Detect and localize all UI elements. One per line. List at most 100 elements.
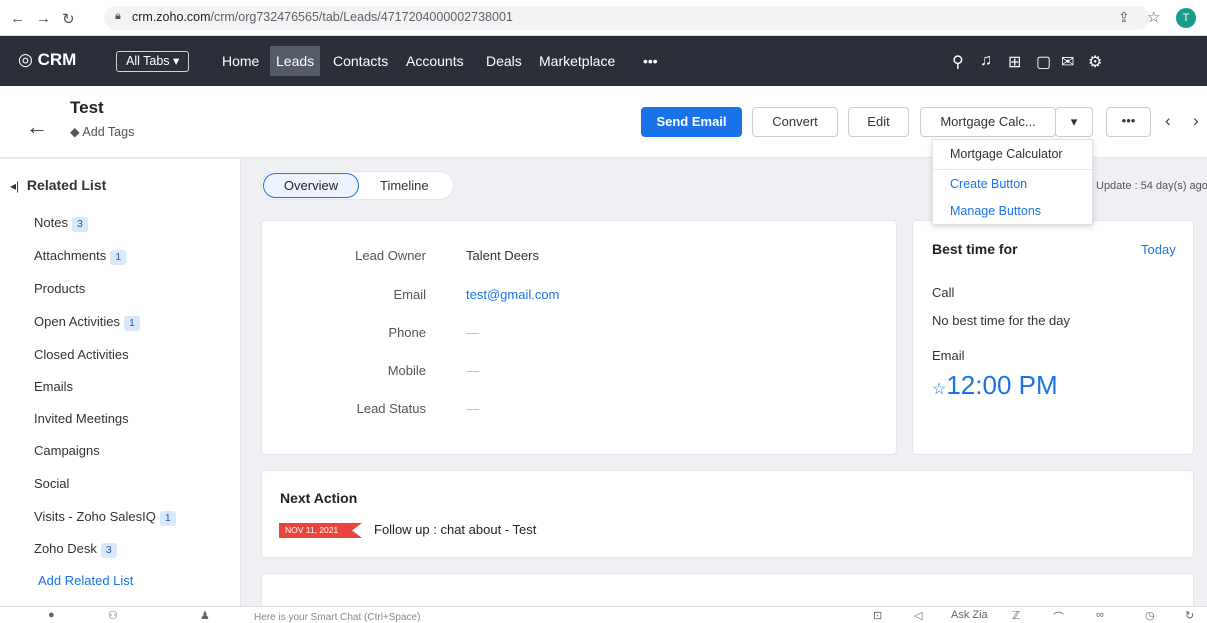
related-list-title: Related List [26,177,107,193]
profile-avatar[interactable]: T [1176,8,1196,28]
next-action-title: Next Action [280,490,358,506]
tab-overview[interactable]: Overview [263,173,359,198]
zia-icon[interactable]: ℤ [1012,609,1020,622]
best-time-call-label: Call [932,285,955,300]
sidebar-item-label: Closed Activities [34,347,129,362]
mortgage-dropdown-toggle[interactable]: ▾ [1055,107,1093,137]
sidebar-item-products[interactable]: Products [34,281,85,296]
sidebar-item-visits-salesiq[interactable]: Visits - Zoho SalesIQ 1 [34,509,176,526]
contacts-icon[interactable]: ♟ [200,609,210,622]
sidebar-item-label: Open Activities [34,314,120,329]
sidebar-item-emails[interactable]: Emails [34,379,73,394]
sidebar-item-open-activities[interactable]: Open Activities 1 [34,314,140,331]
back-arrow-icon[interactable]: ← [26,114,48,140]
count-badge: 3 [100,543,117,558]
next-action-card [261,470,1194,558]
chat-icon[interactable]: ● [48,609,55,621]
edit-button[interactable]: Edit [848,107,909,137]
logo-text: CRM [37,50,77,69]
gear-icon[interactable]: ⚙ [1088,52,1102,72]
translate-icon[interactable]: ∞ [1096,609,1104,621]
field-value-lead-status[interactable]: — [466,401,479,416]
sidebar-item-closed-activities[interactable]: Closed Activities [34,347,129,362]
field-label-lead-owner: Lead Owner [355,248,426,263]
field-label-mobile: Mobile [387,363,426,378]
share-icon[interactable]: ⇪ [1118,9,1130,26]
field-value-mobile[interactable]: — [466,363,479,378]
mortgage-calc-button[interactable]: Mortgage Calc... [920,107,1056,137]
field-value-email[interactable]: test@gmail.com [466,287,559,302]
add-tags-link[interactable]: ◆ Add Tags [70,124,134,139]
nav-marketplace[interactable]: Marketplace [533,46,621,76]
best-time-email-value: ☆12:00 PM [932,370,1058,401]
last-update-text: Update : 54 day(s) ago [1096,180,1207,192]
field-value-phone[interactable]: — [466,325,479,340]
related-list-heading[interactable]: ◂| Related List [10,177,106,193]
feedback-icon[interactable]: ↻ [1185,609,1194,622]
url-host: crm.zoho.com [132,10,211,24]
best-time-title: Best time for [932,241,1018,257]
tag-icon: ◆ [70,125,80,139]
collapse-icon[interactable]: ◂| [10,179,19,193]
mail-icon[interactable]: ✉ [1061,52,1074,72]
best-time-email-label: Email [932,348,965,363]
menu-item-create-button[interactable]: Create Button [950,177,1027,191]
field-value-lead-owner[interactable]: Talent Deers [466,248,539,263]
tab-timeline[interactable]: Timeline [380,178,429,193]
count-badge: 1 [124,316,140,331]
sidebar-item-label: Products [34,281,86,296]
best-time-today-selector[interactable]: Today [1141,242,1176,257]
channels-icon[interactable]: ⚇ [108,609,118,622]
smart-chat-input[interactable]: Here is your Smart Chat (Ctrl+Space) [254,612,420,623]
more-actions-button[interactable]: ••• [1106,107,1151,137]
nav-accounts[interactable]: Accounts [400,46,470,76]
chevron-right-icon[interactable]: › [1193,111,1199,131]
sidebar-item-label: Notes [34,215,68,230]
bell-icon[interactable]: ♫ [980,52,992,70]
ask-zia-button[interactable]: Ask Zia [951,609,988,621]
sidebar-item-attachments[interactable]: Attachments 1 [34,248,127,265]
next-action-text[interactable]: Follow up : chat about - Test [374,522,536,537]
field-label-lead-status: Lead Status [356,401,426,416]
calendar-icon[interactable]: ▢ [1036,52,1051,72]
sidebar-item-campaigns[interactable]: Campaigns [34,443,100,458]
menu-item-mortgage-calculator[interactable]: Mortgage Calculator [950,147,1063,161]
count-badge: 3 [71,217,88,232]
sidebar-item-social[interactable]: Social [34,476,69,491]
all-tabs-button[interactable]: All Tabs ▾ [116,51,190,72]
sidebar-item-invited-meetings[interactable]: Invited Meetings [34,411,129,426]
sidebar-item-zoho-desk[interactable]: Zoho Desk 3 [34,541,117,558]
forward-arrow-icon[interactable]: → [36,10,51,27]
nav-home[interactable]: Home [216,46,265,76]
best-time-call-value: No best time for the day [932,313,1071,328]
crm-logo[interactable]: ◎ CRM [18,50,76,70]
add-related-list-link[interactable]: Add Related List [38,573,133,588]
nav-more[interactable]: ••• [637,46,664,76]
send-email-button[interactable]: Send Email [641,107,742,137]
url-text: crm.zoho.com/crm/org732476565/tab/Leads/… [132,10,513,24]
alarm-icon[interactable]: ◷ [1145,609,1155,622]
menu-item-manage-buttons[interactable]: Manage Buttons [950,204,1041,218]
sidebar-item-label: Campaigns [34,443,100,458]
convert-button[interactable]: Convert [752,107,838,137]
search-icon[interactable]: ⚲ [952,52,964,72]
url-path: /crm/org732476565/tab/Leads/471720400000… [210,10,513,24]
next-action-date-badge: NOV 11, 2021 [279,523,362,538]
sidebar-item-label: Attachments [34,248,107,263]
create-icon[interactable]: ⊞ [1008,52,1021,72]
chevron-left-icon[interactable]: ‹ [1165,111,1171,131]
sidebar-item-notes[interactable]: Notes 3 [34,215,88,232]
notes-icon[interactable]: ⊡ [873,609,882,622]
count-badge: 1 [110,250,127,265]
nav-contacts[interactable]: Contacts [327,46,394,76]
bottom-bar [0,606,1207,623]
nav-leads[interactable]: Leads [270,46,321,76]
back-arrow-icon[interactable]: ← [10,10,25,27]
nav-deals[interactable]: Deals [480,46,528,76]
reload-icon[interactable]: ↻ [62,10,75,28]
record-title: Test [70,98,104,117]
announce-icon[interactable]: ◁ [914,609,922,622]
star-icon[interactable]: ☆ [1147,8,1160,26]
menu-divider [932,169,1093,170]
signals-icon[interactable]: ⌒ [1053,609,1064,623]
